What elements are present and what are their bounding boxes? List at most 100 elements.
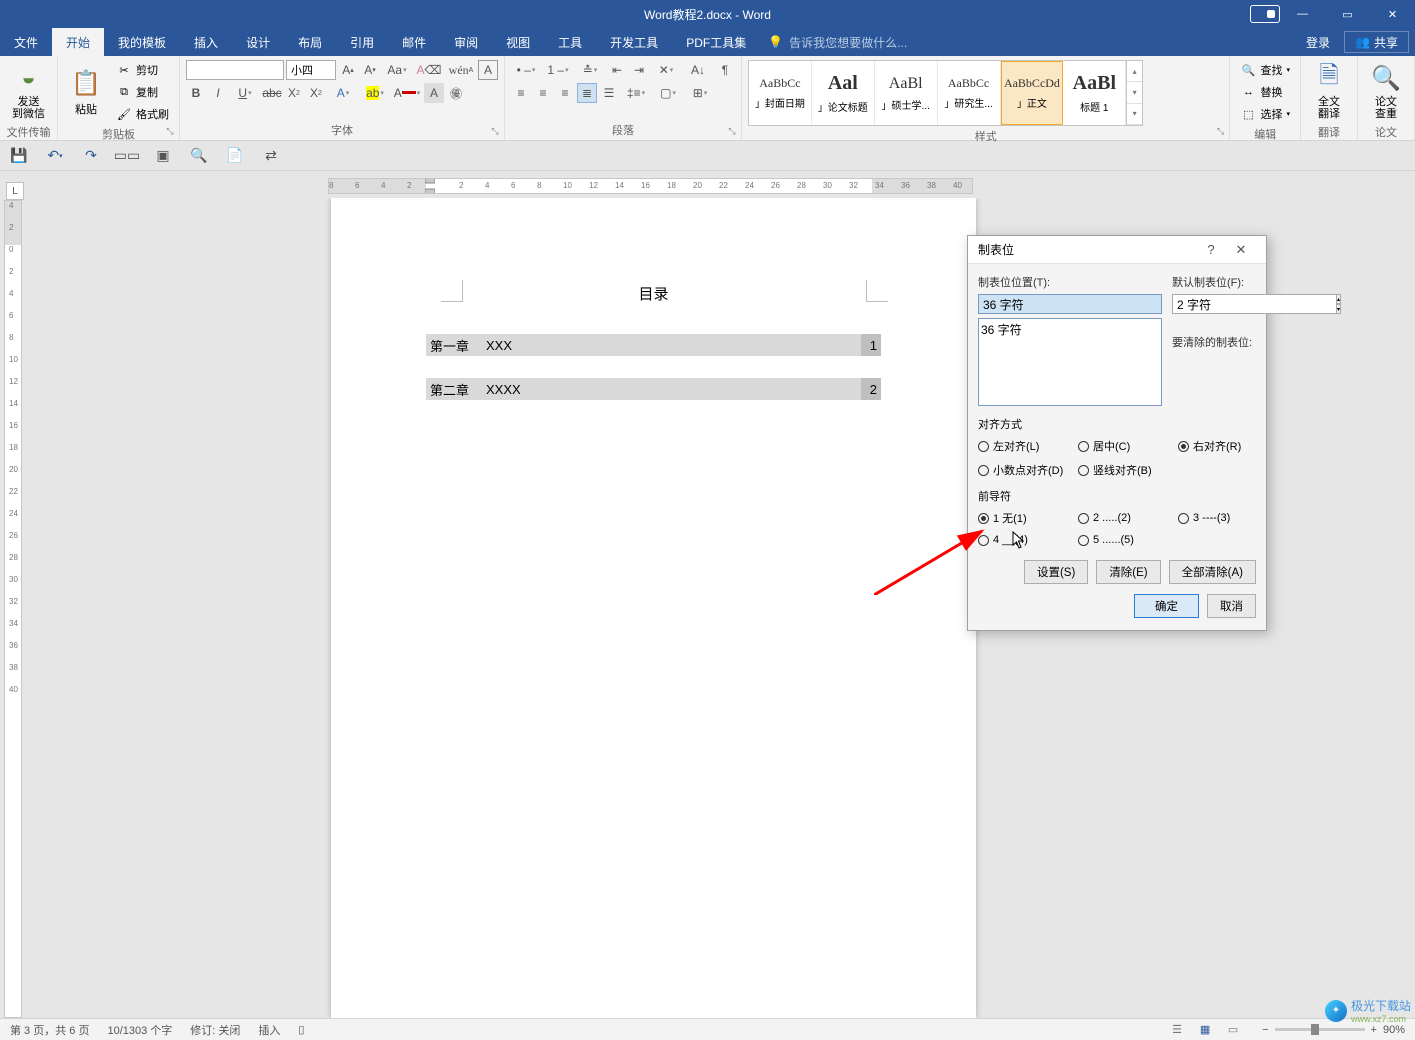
style-master[interactable]: AaBl」硕士学... [875,61,938,125]
distribute-button[interactable]: ☰ [599,83,619,103]
copy-button[interactable]: ⧉复制 [112,82,173,102]
tab-tools[interactable]: 工具 [544,28,596,56]
highlight-button[interactable]: ab▾ [360,83,390,103]
tab-view[interactable]: 视图 [492,28,544,56]
ok-button[interactable]: 确定 [1134,594,1199,618]
clear-button[interactable]: 清除(E) [1096,560,1160,584]
status-insert[interactable]: 插入 [258,1022,280,1038]
phonetic-button[interactable]: wénA [446,60,476,80]
align-right-button[interactable]: ≡ [555,83,575,103]
zoom-in-button[interactable]: + [1371,1024,1377,1036]
text-effects-button[interactable]: A▾ [328,83,358,103]
italic-button[interactable]: I [208,83,228,103]
indent-inc-button[interactable]: ⇥ [629,60,649,80]
tab-position-list[interactable]: 36 字符 [978,318,1162,406]
maximize-button[interactable]: ▭ [1325,0,1370,28]
styles-expand[interactable]: ▾ [1127,104,1142,125]
radio-align-bar[interactable]: 竖线对齐(B) [1078,462,1178,478]
styles-launcher[interactable]: ⤡ [1213,124,1227,138]
radio-leader-3[interactable]: 3 ----(3) [1178,510,1268,526]
tab-review[interactable]: 审阅 [440,28,492,56]
horizontal-ruler[interactable]: /* markings drawn below via JS for simpl… [328,178,973,194]
qat-btn-3[interactable]: 🔍 [190,147,208,165]
showmarks-button[interactable]: ¶ [715,60,735,80]
list-item[interactable]: 36 字符 [981,321,1159,338]
radio-leader-5[interactable]: 5 ......(5) [1078,534,1178,546]
borders-button[interactable]: ⊞▾ [685,83,715,103]
bold-button[interactable]: B [186,83,206,103]
style-cover-date[interactable]: AaBbCc」封面日期 [749,61,812,125]
send-to-wechat-button[interactable]: ◒ 发送 到微信 [6,60,51,122]
select-button[interactable]: ⬚选择▾ [1236,104,1294,124]
tab-file[interactable]: 文件 [0,28,52,56]
dialog-help-button[interactable]: ? [1196,242,1226,257]
qat-btn-5[interactable]: ⇄ [262,147,280,165]
align-center-button[interactable]: ≡ [533,83,553,103]
tab-design[interactable]: 设计 [232,28,284,56]
minimize-button[interactable]: — [1280,0,1325,28]
style-graduate[interactable]: AaBbCc」研究生... [938,61,1001,125]
set-button[interactable]: 设置(S) [1024,560,1088,584]
login-button[interactable]: 登录 [1292,28,1344,56]
tab-developer[interactable]: 开发工具 [596,28,672,56]
char-shading-button[interactable]: A [424,83,444,103]
clear-format-button[interactable]: A⌫ [414,60,444,80]
radio-align-center[interactable]: 居中(C) [1078,438,1178,454]
vertical-ruler[interactable]: 420246810121416182022242628303234363840 [4,200,22,1018]
tab-pdftools[interactable]: PDF工具集 [672,28,760,56]
tab-mailings[interactable]: 邮件 [388,28,440,56]
zoom-out-button[interactable]: − [1262,1024,1268,1036]
tab-mytemplate[interactable]: 我的模板 [104,28,180,56]
shrink-font-button[interactable]: A▾ [360,60,380,80]
tab-selector[interactable]: L [6,182,24,200]
qat-btn-4[interactable]: 📄 [226,147,244,165]
style-paper-title[interactable]: Aal」论文标题 [812,61,875,125]
style-heading1[interactable]: AaBl标题 1 [1063,61,1126,125]
radio-leader-1[interactable]: 1 无(1) [978,510,1078,526]
numbering-button[interactable]: 1 –▾ [543,60,573,80]
align-left-button[interactable]: ≡ [511,83,531,103]
tab-position-input[interactable] [978,294,1162,314]
styles-scroll-up[interactable]: ▴ [1127,61,1142,82]
dialog-close-button[interactable]: ✕ [1226,242,1256,258]
tab-insert[interactable]: 插入 [180,28,232,56]
zoom-label[interactable]: 90% [1383,1024,1405,1036]
undo-button[interactable]: ↶▾ [46,147,64,165]
radio-align-right[interactable]: 右对齐(R) [1178,438,1268,454]
font-color-button[interactable]: A▾ [392,83,422,103]
spin-up-button[interactable]: ▴ [1336,294,1341,304]
toc-line-1[interactable]: 第一章 XXX 1 [426,334,881,356]
view-read-button[interactable]: ☰ [1166,1021,1188,1039]
cut-button[interactable]: ✂剪切 [112,60,173,80]
styles-scroll-down[interactable]: ▾ [1127,82,1142,103]
clipboard-launcher[interactable]: ⤡ [163,124,177,138]
radio-align-left[interactable]: 左对齐(L) [978,438,1078,454]
subscript-button[interactable]: X2 [284,83,304,103]
view-print-button[interactable]: ▦ [1194,1021,1216,1039]
style-normal[interactable]: AaBbCcDd」正文 [1001,61,1064,125]
underline-button[interactable]: U▾ [230,83,260,103]
status-words[interactable]: 10/1303 个字 [107,1022,172,1038]
qat-btn-2[interactable]: ▣ [154,147,172,165]
zoom-slider[interactable] [1275,1028,1365,1031]
radio-leader-2[interactable]: 2 .....(2) [1078,510,1178,526]
save-button[interactable]: 💾 [10,147,28,165]
format-painter-button[interactable]: 🖌格式刷 [112,104,173,124]
paragraph-launcher[interactable]: ⤡ [725,124,739,138]
close-button[interactable]: ✕ [1370,0,1415,28]
status-track[interactable]: 修订: 关闭 [190,1022,240,1038]
shading-button[interactable]: ▢▾ [653,83,683,103]
tell-me[interactable]: 💡 告诉我您想要做什么... [760,28,915,56]
radio-align-decimal[interactable]: 小数点对齐(D) [978,462,1078,478]
qat-btn-1[interactable]: ▭▭ [118,147,136,165]
multilevel-button[interactable]: ≛▾ [575,60,605,80]
translate-button[interactable]: 🗎 全文 翻译 [1307,60,1351,122]
tab-layout[interactable]: 布局 [284,28,336,56]
status-pages[interactable]: 第 3 页，共 6 页 [10,1022,89,1038]
find-button[interactable]: 🔍查找▾ [1236,60,1294,80]
dialog-titlebar[interactable]: 制表位 ? ✕ [968,236,1266,264]
indent-dec-button[interactable]: ⇤ [607,60,627,80]
view-web-button[interactable]: ▭ [1222,1021,1244,1039]
ribbon-display-options[interactable] [1250,5,1280,23]
share-button[interactable]: 👥 共享 [1344,31,1409,53]
